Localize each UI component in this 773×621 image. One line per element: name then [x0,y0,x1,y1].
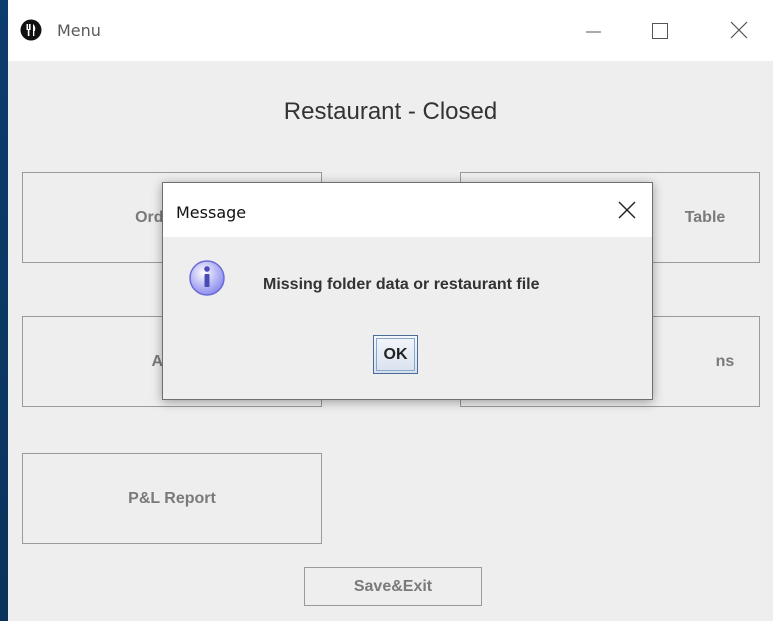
dialog-close-button[interactable] [614,197,640,223]
ok-label: OK [383,345,408,363]
save-exit-button[interactable]: Save&Exit [304,567,482,606]
save-exit-label: Save&Exit [353,577,433,595]
message-dialog: Message Missing folder data or restauran… [162,182,653,400]
info-icon [187,258,227,298]
dialog-titlebar[interactable]: Message [163,183,652,237]
minimize-icon [586,31,601,33]
dialog-title: Message [176,203,247,222]
dialog-message: Missing folder data or restaurant file [263,276,540,293]
pl-report-button[interactable]: P&L Report [22,453,322,544]
maximize-button[interactable] [636,14,682,48]
options-label: ns [715,352,735,370]
fork-knife-icon [20,19,42,41]
maximize-icon [652,23,668,39]
pl-report-label: P&L Report [128,489,216,507]
close-icon [618,201,636,219]
window-titlebar[interactable]: Menu [8,0,773,61]
minimize-button[interactable] [570,14,616,48]
ok-button[interactable]: OK [373,335,418,374]
close-icon [730,21,748,39]
restaurant-status-heading: Restaurant - Closed [283,98,498,125]
window-title: Menu [57,21,101,40]
table-label: Table [684,208,726,226]
close-button[interactable] [717,14,763,48]
menu-window: Menu Restaurant - Closed Order Fro Table… [8,0,773,621]
